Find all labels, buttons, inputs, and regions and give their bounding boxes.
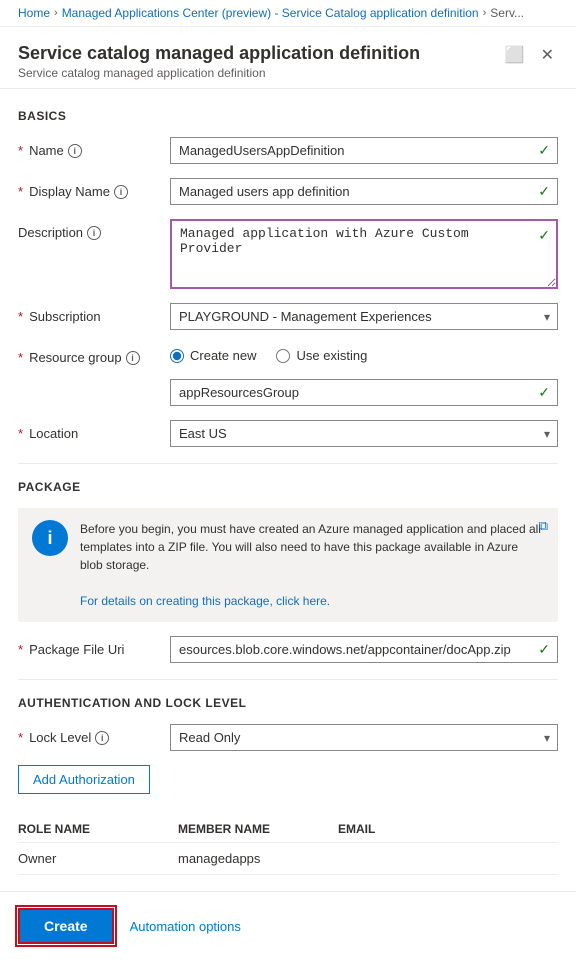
page-title: Service catalog managed application defi… <box>18 43 420 64</box>
resource-group-info-icon: i <box>126 351 140 365</box>
display-name-info-icon: i <box>114 185 128 199</box>
col-header-member: MEMBER NAME <box>178 822 338 836</box>
lock-level-select[interactable]: Read Only <box>170 724 558 751</box>
maximize-button[interactable]: ⬜ <box>501 43 529 67</box>
info-box-text-link[interactable]: For details on creating this package, cl… <box>80 594 330 608</box>
auth-section-title: AUTHENTICATION AND LOCK LEVEL <box>18 696 558 710</box>
table-cell-member: managedapps <box>178 851 338 866</box>
external-link-icon[interactable]: ⧉ <box>539 518 548 534</box>
display-name-check-icon: ✓ <box>538 183 550 200</box>
name-input[interactable] <box>170 137 558 164</box>
description-input[interactable]: Managed application with Azure Custom Pr… <box>170 219 558 289</box>
display-name-label: Display Name <box>29 184 110 199</box>
description-label: Description <box>18 225 83 240</box>
location-required-star: * <box>18 426 23 441</box>
description-info-icon: i <box>87 226 101 240</box>
resource-group-check-icon: ✓ <box>538 384 550 401</box>
close-button[interactable]: ✕ <box>537 43 558 67</box>
use-existing-radio[interactable] <box>276 349 290 363</box>
subscription-required-star: * <box>18 309 23 324</box>
subscription-label: Subscription <box>29 309 101 324</box>
name-info-icon: i <box>68 144 82 158</box>
name-required-star: * <box>18 143 23 158</box>
description-check-icon: ✓ <box>538 227 550 244</box>
display-name-input[interactable] <box>170 178 558 205</box>
breadcrumb: Home › Managed Applications Center (prev… <box>0 0 576 27</box>
resource-group-required-star: * <box>18 350 23 365</box>
lock-level-info-icon: i <box>95 731 109 745</box>
add-authorization-button[interactable]: Add Authorization <box>18 765 150 794</box>
breadcrumb-managed-apps[interactable]: Managed Applications Center (preview) - … <box>62 6 479 20</box>
breadcrumb-home[interactable]: Home <box>18 6 50 20</box>
basics-section-title: BASICS <box>18 109 558 123</box>
package-uri-check-icon: ✓ <box>538 641 550 658</box>
breadcrumb-current: Serv... <box>490 6 524 20</box>
col-header-role: ROLE NAME <box>18 822 178 836</box>
resource-group-input[interactable] <box>170 379 558 406</box>
package-info-box: i Before you begin, you must have create… <box>18 508 558 622</box>
create-new-label: Create new <box>190 348 256 363</box>
breadcrumb-sep-1: › <box>54 7 58 19</box>
lock-level-required-star: * <box>18 730 23 745</box>
name-check-icon: ✓ <box>538 142 550 159</box>
lock-level-label: Lock Level <box>29 730 91 745</box>
info-box-icon: i <box>32 520 68 556</box>
breadcrumb-sep-2: › <box>483 7 487 19</box>
subscription-select[interactable]: PLAYGROUND - Management Experiences <box>170 303 558 330</box>
package-uri-input[interactable] <box>170 636 558 663</box>
automation-options-link[interactable]: Automation options <box>130 919 241 934</box>
display-name-required-star: * <box>18 184 23 199</box>
resource-group-label: Resource group <box>29 350 122 365</box>
package-uri-required-star: * <box>18 642 23 657</box>
col-header-email: EMAIL <box>338 822 558 836</box>
package-section-title: PACKAGE <box>18 480 558 494</box>
table-row: Owner managedapps <box>18 843 558 875</box>
table-cell-role: Owner <box>18 851 178 866</box>
page-subtitle: Service catalog managed application defi… <box>18 66 420 80</box>
create-new-radio[interactable] <box>170 349 184 363</box>
package-uri-label: Package File Uri <box>29 642 124 657</box>
bottom-bar: Create Automation options <box>0 891 576 960</box>
info-box-text-main: Before you begin, you must have created … <box>80 522 541 572</box>
create-button[interactable]: Create <box>18 908 114 944</box>
location-label: Location <box>29 426 78 441</box>
name-label: Name <box>29 143 64 158</box>
use-existing-label: Use existing <box>296 348 367 363</box>
location-select[interactable]: East US <box>170 420 558 447</box>
authorization-table: ROLE NAME MEMBER NAME EMAIL Owner manage… <box>18 816 558 875</box>
